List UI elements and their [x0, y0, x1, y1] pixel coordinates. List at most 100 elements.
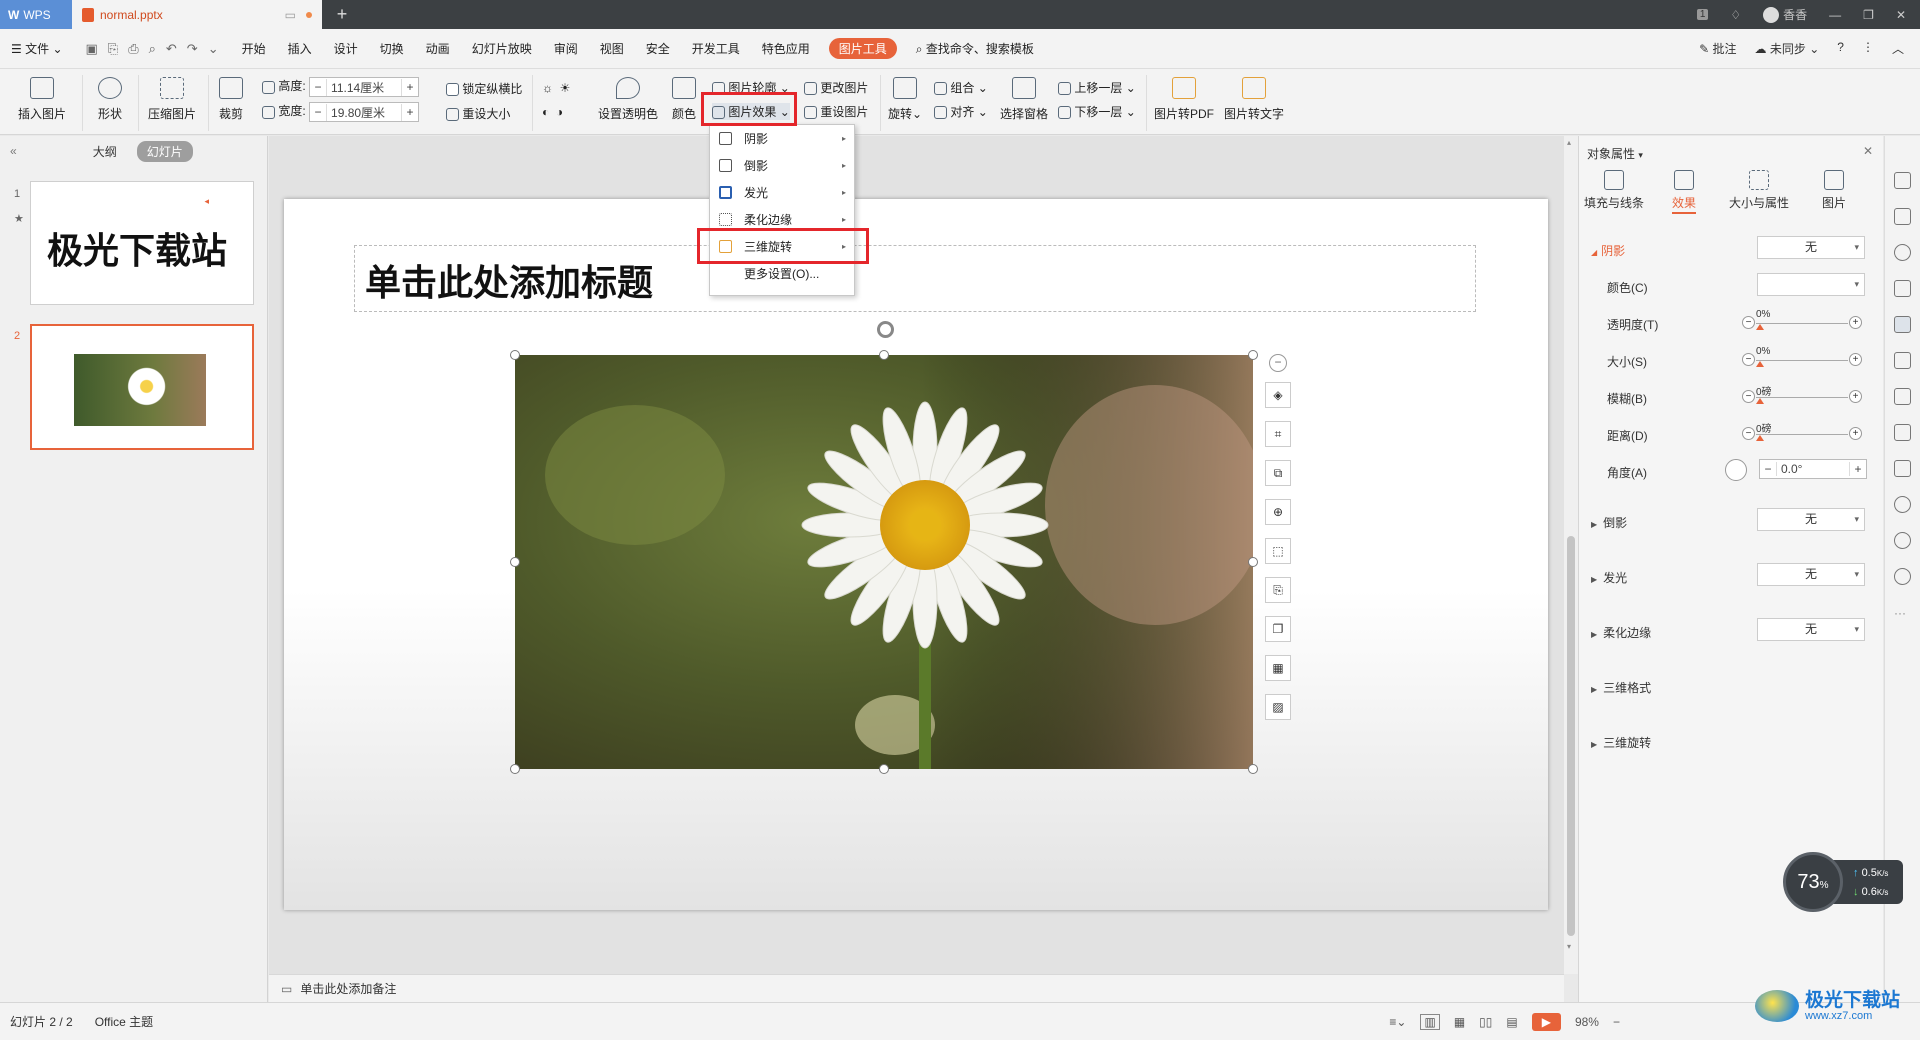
audio-icon[interactable]: [1894, 460, 1911, 477]
menu-review[interactable]: 审阅: [543, 40, 589, 57]
print-preview-icon[interactable]: ⌕: [149, 41, 156, 57]
decrease-icon[interactable]: −: [1742, 353, 1755, 366]
angle-input[interactable]: −0.0° +: [1759, 459, 1867, 479]
menu-insert[interactable]: 插入: [277, 40, 323, 57]
comment-button[interactable]: ✎ 批注: [1699, 40, 1736, 57]
resize-handle-n[interactable]: [879, 350, 889, 360]
file-menu[interactable]: ☰ 文件 ⌄: [0, 40, 74, 57]
compress-picture-button[interactable]: 压缩图片: [146, 77, 198, 122]
color-button[interactable]: 颜色: [666, 77, 702, 122]
brightness-buttons[interactable]: ☼ ☀: [542, 81, 570, 95]
width-decrement[interactable]: −: [310, 105, 326, 119]
contrast-down-icon[interactable]: ◑: [556, 105, 563, 119]
shadow-toggle[interactable]: ◢ 阴影: [1591, 242, 1625, 259]
brightness-down-icon[interactable]: ☀: [560, 81, 571, 95]
blur-slider[interactable]: −0磅 +: [1742, 387, 1862, 406]
document-tab[interactable]: normal.pptx ▭: [72, 0, 322, 29]
resize-handle-w[interactable]: [510, 557, 520, 567]
notes-pane[interactable]: ▭ 单击此处添加备注: [269, 974, 1564, 1002]
angle-dial-icon[interactable]: [1725, 459, 1747, 481]
tab-effects[interactable]: 效果: [1649, 170, 1719, 214]
reflection-select[interactable]: 无: [1757, 508, 1865, 531]
skin-icon[interactable]: ♢: [1730, 8, 1741, 22]
tab-slides[interactable]: 幻灯片: [136, 140, 193, 162]
menu-slideshow[interactable]: 幻灯片放映: [461, 40, 543, 57]
picture-to-pdf-button[interactable]: 图片转PDF: [1154, 77, 1214, 122]
print-icon[interactable]: ⎙: [128, 41, 138, 57]
redo-icon[interactable]: ↷: [187, 41, 198, 57]
picture-effects-quick-button[interactable]: ▦: [1265, 655, 1291, 681]
tab-picture[interactable]: 图片: [1799, 170, 1869, 211]
canvas-scrollbar[interactable]: ▴ ▾: [1564, 136, 1578, 974]
bring-forward-button[interactable]: 上移一层 ⌄: [1058, 79, 1136, 96]
lock-aspect-checkbox[interactable]: 锁定纵横比: [446, 80, 522, 97]
reading-view-icon[interactable]: ▯▯: [1479, 1015, 1492, 1029]
decrease-icon[interactable]: −: [1742, 316, 1755, 329]
increase-icon[interactable]: +: [1849, 390, 1862, 403]
picture-to-text-button[interactable]: 图片转文字: [1222, 77, 1286, 122]
daisy-picture[interactable]: [515, 355, 1253, 769]
height-input[interactable]: −11.14厘米 +: [309, 77, 420, 97]
increase-icon[interactable]: +: [1849, 353, 1862, 366]
slider-knob[interactable]: [1756, 361, 1764, 367]
set-transparent-button[interactable]: 设置透明色: [596, 77, 660, 122]
menu-view[interactable]: 视图: [589, 40, 635, 57]
3d-format-toggle[interactable]: ▶ 三维格式: [1591, 679, 1651, 696]
presenter-view-icon[interactable]: ▤: [1506, 1015, 1517, 1029]
crop-button[interactable]: 裁剪: [214, 77, 248, 122]
align-button[interactable]: 对齐 ⌄: [934, 103, 988, 120]
export-icon[interactable]: ⎘: [108, 41, 118, 57]
contrast-up-icon[interactable]: ◐: [542, 105, 549, 119]
scrollbar-thumb[interactable]: [1567, 536, 1575, 936]
pin-icon[interactable]: [1894, 172, 1911, 189]
rotate-handle-icon[interactable]: [877, 321, 894, 338]
size-slider[interactable]: −0% +: [1742, 346, 1862, 369]
resize-handle-s[interactable]: [879, 764, 889, 774]
scroll-down-icon[interactable]: ▾: [1567, 942, 1571, 951]
menu-home[interactable]: 开始: [231, 40, 277, 57]
group-button[interactable]: 组合 ⌄: [934, 79, 988, 96]
brightness-up-icon[interactable]: ☼: [542, 81, 553, 95]
resize-handle-sw[interactable]: [510, 764, 520, 774]
user-account[interactable]: 香香: [1763, 6, 1807, 24]
convert-button[interactable]: ⎘: [1265, 577, 1291, 603]
copy-picture-button[interactable]: ❐: [1265, 616, 1291, 642]
height-decrement[interactable]: −: [310, 80, 326, 94]
zoom-picture-button[interactable]: ⊕: [1265, 499, 1291, 525]
tab-fill-line[interactable]: 填充与线条: [1579, 170, 1649, 211]
current-slide[interactable]: 单击此处添加标题: [284, 199, 1548, 910]
animation-icon[interactable]: [1894, 496, 1911, 513]
soft-edges-select[interactable]: 无: [1757, 618, 1865, 641]
decrease-icon[interactable]: −: [1742, 427, 1755, 440]
menu-item-shadow[interactable]: 阴影 ▸: [710, 125, 854, 152]
window-icon[interactable]: ▭: [285, 8, 296, 22]
notes-toggle-icon[interactable]: ≡⌄: [1389, 1015, 1406, 1029]
slider-knob[interactable]: [1756, 398, 1764, 404]
reflection-toggle[interactable]: ▶ 倒影: [1591, 514, 1627, 531]
menu-item-reflection[interactable]: 倒影 ▸: [710, 152, 854, 179]
normal-view-icon[interactable]: ▥: [1420, 1013, 1440, 1030]
close-panel-icon[interactable]: ✕: [1863, 144, 1873, 158]
tab-size-properties[interactable]: 大小与属性: [1719, 170, 1799, 211]
play-slideshow-button[interactable]: ▶: [1531, 1012, 1561, 1031]
title-placeholder[interactable]: 单击此处添加标题: [354, 245, 1476, 312]
page-badge[interactable]: 1: [1696, 9, 1709, 20]
increase-icon[interactable]: +: [1849, 427, 1862, 440]
clipboard-icon[interactable]: [1894, 208, 1911, 225]
selection-pane-button[interactable]: 选择窗格: [998, 77, 1050, 122]
increase-icon[interactable]: +: [1849, 316, 1862, 329]
minimize-icon[interactable]: —: [1829, 8, 1841, 22]
menu-item-more-settings[interactable]: 更多设置(O)...: [710, 260, 854, 287]
matting-button[interactable]: ⬚: [1265, 538, 1291, 564]
help-button[interactable]: ?: [1837, 40, 1844, 57]
sync-button[interactable]: ☁ 未同步 ⌄: [1755, 40, 1820, 57]
menu-developer[interactable]: 开发工具: [681, 40, 751, 57]
collapse-ribbon-icon[interactable]: ︿: [1892, 40, 1904, 57]
scroll-up-icon[interactable]: ▴: [1567, 138, 1571, 147]
resize-handle-nw[interactable]: [510, 350, 520, 360]
panel-header[interactable]: 对象属性 ▾: [1587, 145, 1643, 162]
rotate-button[interactable]: 旋转⌄: [888, 77, 922, 122]
shape-icon[interactable]: [1894, 244, 1911, 261]
distance-slider[interactable]: −0磅 +: [1742, 424, 1862, 443]
slider-knob[interactable]: [1756, 435, 1764, 441]
